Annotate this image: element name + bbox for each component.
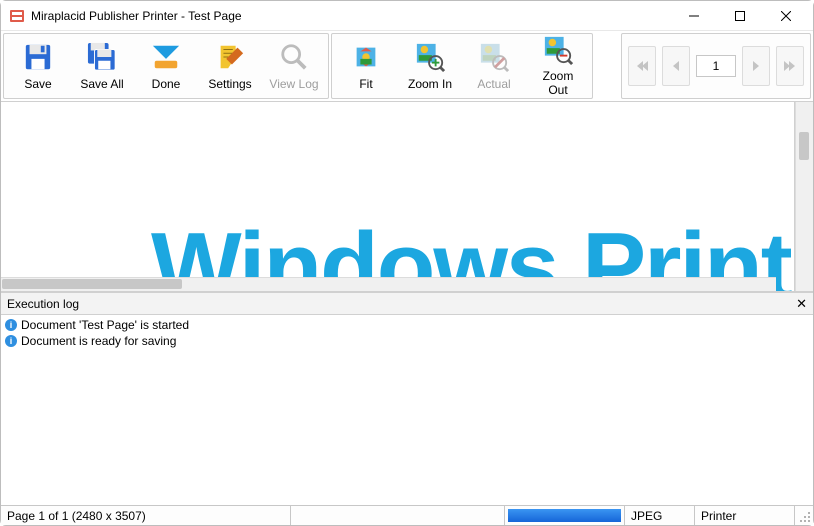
save-label: Save	[24, 77, 51, 91]
log-entry: i Document 'Test Page' is started	[5, 317, 809, 333]
save-all-label: Save All	[80, 77, 123, 91]
zoom-out-label: Zoom Out	[533, 69, 583, 97]
toolgroup-zoom: Fit Zoom In Actual Zoom Out	[331, 33, 593, 99]
progress-bar-fill	[508, 509, 621, 522]
vscroll-thumb[interactable]	[799, 132, 809, 160]
last-page-button[interactable]	[776, 46, 804, 86]
zoom-in-button[interactable]: Zoom In	[398, 36, 462, 96]
title-bar: Miraplacid Publisher Printer - Test Page	[1, 1, 813, 31]
zoom-out-button[interactable]: Zoom Out	[526, 36, 590, 96]
page-number-input[interactable]	[696, 55, 736, 77]
view-log-icon	[278, 41, 310, 73]
settings-icon	[214, 41, 246, 73]
preview-text: Windows Printer Tes	[1, 102, 795, 291]
status-page-info: Page 1 of 1 (2480 x 3507)	[1, 506, 291, 525]
preview-area: Windows Printer Tes	[1, 102, 813, 292]
zoom-in-icon	[414, 41, 446, 73]
log-entry: i Document is ready for saving	[5, 333, 809, 349]
save-all-icon	[86, 41, 118, 73]
zoom-out-icon	[542, 35, 574, 65]
save-all-button[interactable]: Save All	[70, 36, 134, 96]
actual-button[interactable]: Actual	[462, 36, 526, 96]
vertical-scrollbar[interactable]	[795, 102, 813, 291]
fit-icon	[350, 41, 382, 73]
info-icon: i	[5, 319, 17, 331]
log-header: Execution log ✕	[1, 293, 813, 315]
next-page-button[interactable]	[742, 46, 770, 86]
app-icon	[9, 8, 25, 24]
status-bar: Page 1 of 1 (2480 x 3507) JPEG Printer	[1, 505, 813, 525]
prev-page-button[interactable]	[662, 46, 690, 86]
close-button[interactable]	[763, 2, 809, 30]
actual-label: Actual	[477, 77, 510, 91]
save-button[interactable]: Save	[6, 36, 70, 96]
log-title: Execution log	[7, 297, 79, 311]
log-close-button[interactable]: ✕	[796, 297, 807, 310]
done-icon	[150, 41, 182, 73]
log-entry-text: Document is ready for saving	[21, 333, 176, 349]
status-destination: Printer	[695, 506, 795, 525]
status-format: JPEG	[625, 506, 695, 525]
toolgroup-navigation	[621, 33, 811, 99]
toolbar: Save Save All Done Settings View Log	[1, 31, 813, 102]
horizontal-scrollbar[interactable]	[1, 277, 776, 291]
zoom-in-label: Zoom In	[408, 77, 452, 91]
hscroll-thumb[interactable]	[2, 279, 182, 289]
fit-label: Fit	[359, 77, 372, 91]
resize-grip[interactable]	[795, 506, 813, 525]
view-log-button[interactable]: View Log	[262, 36, 326, 96]
fit-button[interactable]: Fit	[334, 36, 398, 96]
log-panel: Execution log ✕ i Document 'Test Page' i…	[1, 292, 813, 505]
view-log-label: View Log	[269, 77, 318, 91]
status-progress	[505, 506, 625, 525]
settings-label: Settings	[208, 77, 251, 91]
log-body: i Document 'Test Page' is started i Docu…	[1, 315, 813, 505]
save-icon	[22, 41, 54, 73]
log-entry-text: Document 'Test Page' is started	[21, 317, 189, 333]
document-preview[interactable]: Windows Printer Tes	[1, 102, 795, 291]
info-icon: i	[5, 335, 17, 347]
toolgroup-file: Save Save All Done Settings View Log	[3, 33, 329, 99]
settings-button[interactable]: Settings	[198, 36, 262, 96]
first-page-button[interactable]	[628, 46, 656, 86]
status-blank	[291, 506, 505, 525]
maximize-button[interactable]	[717, 2, 763, 30]
minimize-button[interactable]	[671, 2, 717, 30]
actual-icon	[478, 41, 510, 73]
done-button[interactable]: Done	[134, 36, 198, 96]
window-title: Miraplacid Publisher Printer - Test Page	[31, 9, 242, 23]
done-label: Done	[152, 77, 181, 91]
